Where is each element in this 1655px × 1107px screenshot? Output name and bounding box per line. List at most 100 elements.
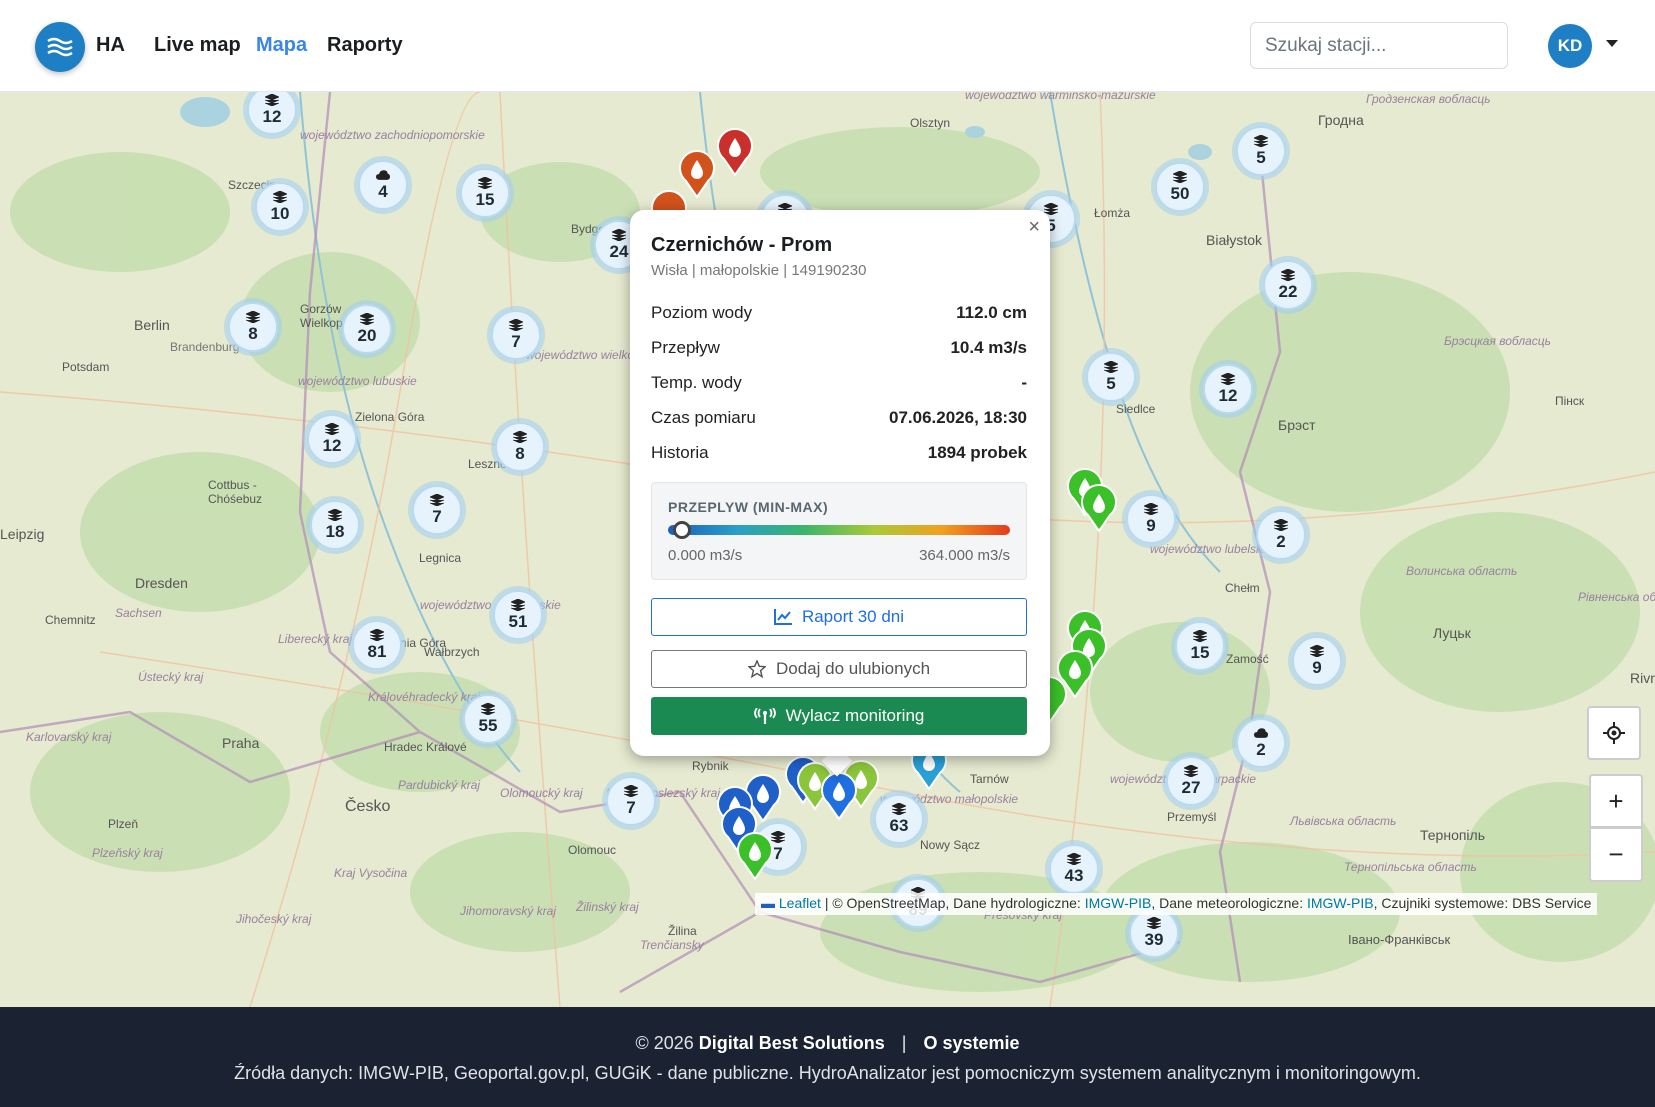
station-cluster[interactable]: 20 [338,300,396,358]
range-indicator [673,521,692,539]
place-label: Olsztyn [910,116,951,130]
info-value: 07.06.2026, 18:30 [888,408,1027,427]
station-cluster[interactable]: 7 [487,306,545,364]
user-avatar[interactable]: KD [1548,24,1592,68]
brand-logo-icon[interactable] [35,22,85,72]
station-cluster[interactable]: 27 [1162,752,1220,810]
station-popup: × Czernichów - Prom Wisła | małopolskie … [630,210,1050,756]
station-cluster[interactable]: 43 [1045,840,1103,898]
station-pin-green[interactable] [736,832,774,880]
place-label: Тернопіль [1420,827,1486,843]
layers-icon [624,785,638,797]
place-label: Łomża [1094,206,1131,220]
station-cluster[interactable]: 12 [1199,360,1257,418]
layers-icon [370,629,384,641]
station-cluster[interactable]: 12 [303,410,361,468]
region-label: Гродзенская вобласць [1366,92,1491,106]
chevron-down-icon[interactable] [1606,40,1618,47]
layers-icon [511,599,525,611]
place-label: Луцьк [1433,625,1471,641]
station-cluster[interactable]: 81 [348,616,406,674]
station-cluster[interactable]: 8 [491,418,549,476]
station-pin-red[interactable] [716,128,754,176]
layers-icon [1044,203,1058,215]
layers-icon [1104,361,1118,373]
place-label: Брэст [1278,417,1316,433]
layers-icon [1274,519,1288,531]
region-label: Plzeňský kraj [92,846,163,860]
brand-name[interactable]: HA [96,34,125,57]
place-label: Praha [222,735,260,751]
region-label: województwo warmińsko-mazurskie [965,92,1156,102]
nav-live-map[interactable]: Live map [154,34,241,57]
zoom-in-button[interactable]: + [1589,774,1643,828]
imgw-link[interactable]: IMGW-PIB [1307,895,1374,911]
place-label: Chełm [1225,581,1260,595]
station-cluster[interactable]: 22 [1259,256,1317,314]
station-cluster[interactable]: 7 [408,481,466,539]
station-cluster[interactable]: 51 [489,586,547,644]
layers-icon [1067,853,1081,865]
station-cluster[interactable]: 8 [224,298,282,356]
report-30-days-button[interactable]: Raport 30 dni [651,598,1027,636]
layers-icon [1173,171,1187,183]
region-label: Karlovarský kraj [26,730,112,744]
zoom-out-button[interactable]: − [1589,828,1643,882]
station-cluster[interactable]: 15 [1171,617,1229,675]
region-label: Olomoucký kraj [500,786,583,800]
station-cluster[interactable]: 2 [1252,506,1310,564]
add-favorite-button[interactable]: Dodaj do ulubionych [651,650,1027,688]
region-label: Trenčiansky [640,938,704,952]
leaflet-link[interactable]: Leaflet [779,895,821,911]
place-label: Plzeň [108,817,139,831]
close-icon[interactable]: × [1028,216,1040,239]
station-cluster[interactable]: 10 [251,178,309,236]
weather-cluster[interactable]: 4 [354,156,412,214]
station-cluster[interactable]: 9 [1288,632,1346,690]
station-cluster[interactable]: 9 [1122,490,1180,548]
info-row: Poziom wody 112.0 cm [651,296,1027,330]
station-cluster[interactable]: 7 [602,772,660,830]
imgw-link[interactable]: IMGW-PIB [1085,895,1152,911]
region-label: Liberecký kraj [278,632,353,646]
broadcast-icon [753,708,776,724]
place-label: Cottbus - Chóśebuz [208,478,263,506]
locate-button[interactable] [1587,706,1641,760]
layers-icon [612,229,626,241]
station-cluster[interactable]: 5 [1082,348,1140,406]
station-pin-green[interactable] [1080,484,1118,532]
info-value: - [1021,373,1027,392]
info-label: Przepływ [651,338,720,357]
region-label: Ústecký kraj [138,670,204,684]
place-label: Przemyśl [1167,810,1217,824]
station-search-input[interactable] [1250,22,1508,69]
attribution-text: , Czujniki systemowe: DBS Service [1373,895,1592,911]
cloud-icon [1254,728,1268,738]
layers-icon [1184,765,1198,777]
star-icon [747,660,766,678]
cloud-icon [376,170,390,180]
nav-raporty[interactable]: Raporty [327,34,403,57]
weather-cluster[interactable]: 2 [1232,714,1290,772]
station-pin-selected[interactable] [820,772,858,820]
button-label: Raport 30 dni [801,607,905,626]
station-cluster[interactable]: 55 [459,690,517,748]
station-cluster[interactable]: 15 [456,164,514,222]
place-label: Chemnitz [45,613,96,627]
station-cluster[interactable]: 5 [1232,122,1290,180]
disable-monitoring-button[interactable]: Wylacz monitoring [651,697,1027,735]
about-link[interactable]: O systemie [924,1033,1020,1053]
place-label: Leipzig [0,526,45,542]
info-label: Temp. wody [651,373,742,392]
attribution-text: | © OpenStreetMap, Dane hydrologiczne: [820,895,1085,911]
button-label: Dodaj do ulubionych [775,659,931,678]
data-sources-text: Źródła danych: IMGW-PIB, Geoportal.gov.p… [234,1063,1421,1083]
region-label: Рівненська область [1578,590,1655,604]
station-cluster[interactable]: 18 [306,496,364,554]
place-label: Potsdam [62,360,110,374]
layers-icon [478,177,492,189]
info-row: Historia 1894 probek [651,436,1027,470]
nav-mapa[interactable]: Mapa [256,34,307,57]
layers-icon [481,703,495,715]
station-cluster[interactable]: 50 [1151,158,1209,216]
